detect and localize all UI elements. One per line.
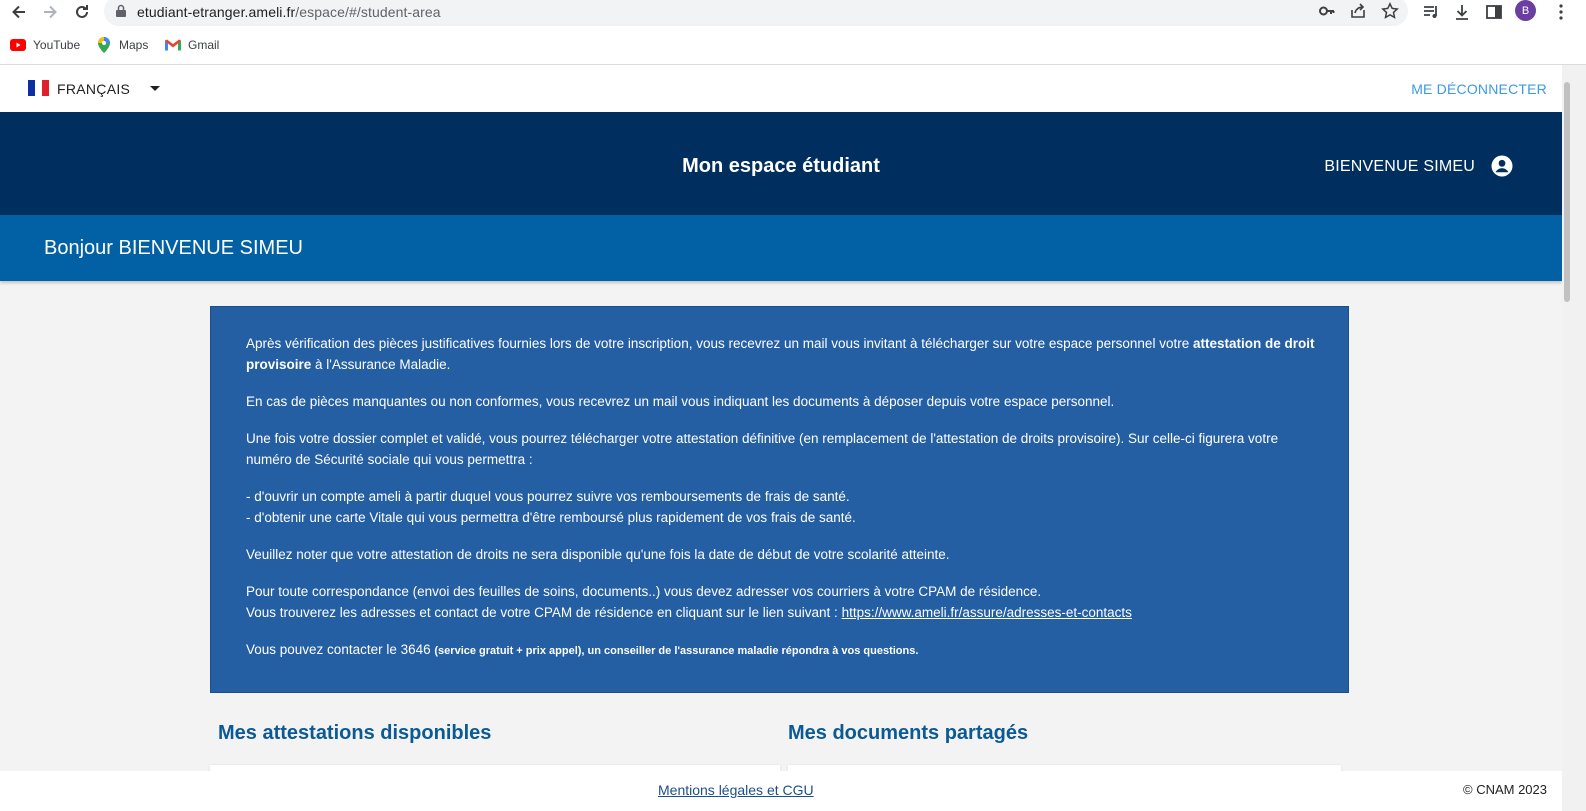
attestations-heading: Mes attestations disponibles <box>218 722 492 744</box>
url-text: etudiant-etranger.ameli.fr/espace/#/stud… <box>137 4 441 20</box>
browser-toolbar: etudiant-etranger.ameli.fr/espace/#/stud… <box>0 0 1586 65</box>
bookmarks-bar: YouTube Maps Gmail <box>0 34 600 58</box>
page-content: FRANÇAIS ME DÉCONNECTER Mon espace étudi… <box>0 65 1562 811</box>
side-panel-icon[interactable] <box>1483 1 1505 23</box>
info-paragraph: Une fois votre dossier complet et validé… <box>246 431 1279 467</box>
cpam-contacts-link[interactable]: https://www.ameli.fr/assure/adresses-et-… <box>842 605 1132 620</box>
info-paragraph: - d'ouvrir un compte ameli à partir duqu… <box>246 489 856 525</box>
reload-button[interactable] <box>70 1 94 23</box>
gmail-icon <box>165 37 181 53</box>
language-bar: FRANÇAIS ME DÉCONNECTER <box>0 65 1562 112</box>
address-bar[interactable]: etudiant-etranger.ameli.fr/espace/#/stud… <box>104 0 1408 26</box>
reload-icon <box>76 5 88 18</box>
back-arrow-icon <box>12 5 25 19</box>
information-box: Après vérification des pièces justificat… <box>210 306 1349 693</box>
menu-dots-icon[interactable] <box>1550 1 1572 23</box>
info-paragraph: Veuillez noter que votre attestation de … <box>246 547 950 562</box>
info-paragraph: En cas de pièces manquantes ou non confo… <box>246 394 1115 409</box>
info-paragraph: Vous pouvez contacter le 3646 (service g… <box>246 642 919 657</box>
download-icon[interactable] <box>1451 1 1473 23</box>
bookmark-youtube[interactable]: YouTube <box>10 34 80 56</box>
bookmark-gmail[interactable]: Gmail <box>165 34 219 56</box>
legal-notice-link[interactable]: Mentions légales et CGU <box>658 782 814 798</box>
profile-avatar[interactable]: B <box>1515 0 1536 21</box>
lock-icon[interactable] <box>112 2 130 20</box>
back-button[interactable] <box>7 1 31 23</box>
forward-button[interactable] <box>38 1 62 23</box>
share-icon[interactable] <box>1349 2 1367 20</box>
scrollbar-thumb[interactable] <box>1564 82 1570 302</box>
account-circle-icon[interactable] <box>1491 155 1513 177</box>
logout-link[interactable]: ME DÉCONNECTER <box>1411 81 1547 97</box>
youtube-icon <box>10 37 26 53</box>
footer: Mentions légales et CGU © CNAM 2023 <box>0 771 1562 811</box>
greeting-banner: Bonjour BIENVENUE SIMEU <box>0 215 1562 281</box>
header-user-name[interactable]: BIENVENUE SIMEU <box>1324 158 1475 176</box>
site-header: Mon espace étudiant BIENVENUE SIMEU <box>0 112 1562 215</box>
bookmark-star-icon[interactable] <box>1381 2 1399 20</box>
media-playlist-icon[interactable] <box>1420 1 1442 23</box>
documents-heading: Mes documents partagés <box>788 722 1029 744</box>
french-flag-icon <box>28 80 49 96</box>
language-selector[interactable]: FRANÇAIS <box>57 81 130 97</box>
bookmark-maps[interactable]: Maps <box>96 34 148 56</box>
info-paragraph: Pour toute correspondance (envoi des feu… <box>246 584 1132 620</box>
chevron-down-icon[interactable] <box>150 86 160 91</box>
key-icon[interactable] <box>1318 2 1336 20</box>
info-paragraph: Après vérification des pièces justificat… <box>246 336 1315 372</box>
greeting-text: Bonjour BIENVENUE SIMEU <box>44 237 303 259</box>
copyright-text: © CNAM 2023 <box>1463 782 1547 797</box>
forward-arrow-icon <box>44 5 57 19</box>
maps-icon <box>96 37 112 53</box>
